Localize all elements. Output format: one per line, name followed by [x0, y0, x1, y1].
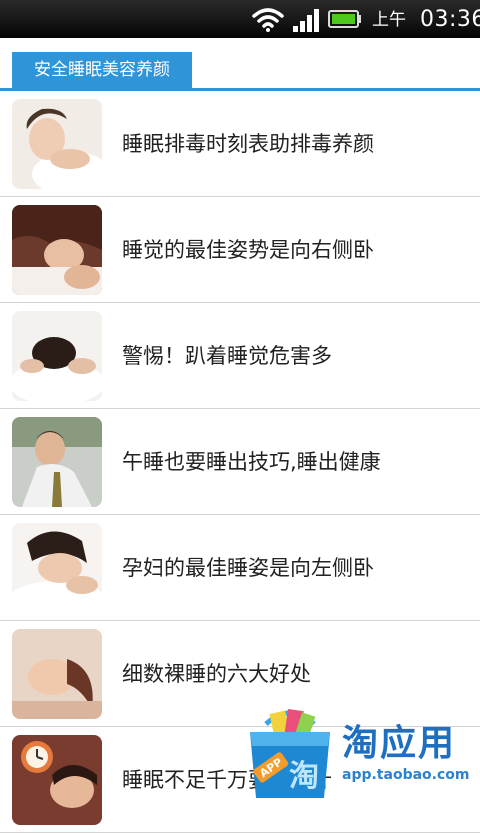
bag-char-text: 淘 [289, 759, 319, 794]
thumbnail-image [12, 205, 102, 295]
list-item[interactable]: 睡觉的最佳姿势是向右侧卧 [0, 197, 480, 303]
tab-safe-sleep-beauty[interactable]: 安全睡眠美容养颜 [12, 52, 192, 88]
shopping-bag-icon: APP 淘 [250, 709, 330, 798]
thumbnail-image [12, 99, 102, 189]
battery-icon [328, 10, 361, 28]
list-item[interactable]: 警惕！趴着睡觉危害多 [0, 303, 480, 409]
am-pm-indicator: 上午 [372, 10, 406, 30]
wifi-icon [252, 8, 284, 32]
article-title: 警惕！趴着睡觉危害多 [122, 344, 332, 368]
signal-bars-icon [293, 9, 319, 32]
article-title: 睡觉的最佳姿势是向右侧卧 [122, 238, 374, 262]
list-item[interactable]: 睡眠排毒时刻表助排毒养颜 [0, 91, 480, 197]
thumbnail-image [12, 311, 102, 401]
thumbnail-image [12, 735, 102, 825]
list-item[interactable]: 孕妇的最佳睡姿是向左侧卧 [0, 515, 480, 621]
article-title: 孕妇的最佳睡姿是向左侧卧 [122, 556, 374, 580]
clock: 03:36 [420, 7, 480, 32]
taobao-app-watermark: APP 淘 淘应用 app.taobao.com [244, 706, 480, 800]
watermark-app-name: 淘应用 [342, 723, 457, 764]
article-title: 午睡也要睡出技巧,睡出健康 [122, 450, 381, 474]
thumbnail-image [12, 629, 102, 719]
thumbnail-image [12, 417, 102, 507]
thumbnail-image [12, 523, 102, 613]
watermark-url: app.taobao.com [342, 767, 470, 783]
list-item[interactable]: 午睡也要睡出技巧,睡出健康 [0, 409, 480, 515]
status-bar: 上午 03:36 [0, 0, 480, 38]
article-title: 睡眠排毒时刻表助排毒养颜 [122, 132, 374, 156]
tab-bar: 安全睡眠美容养颜 [0, 38, 480, 90]
